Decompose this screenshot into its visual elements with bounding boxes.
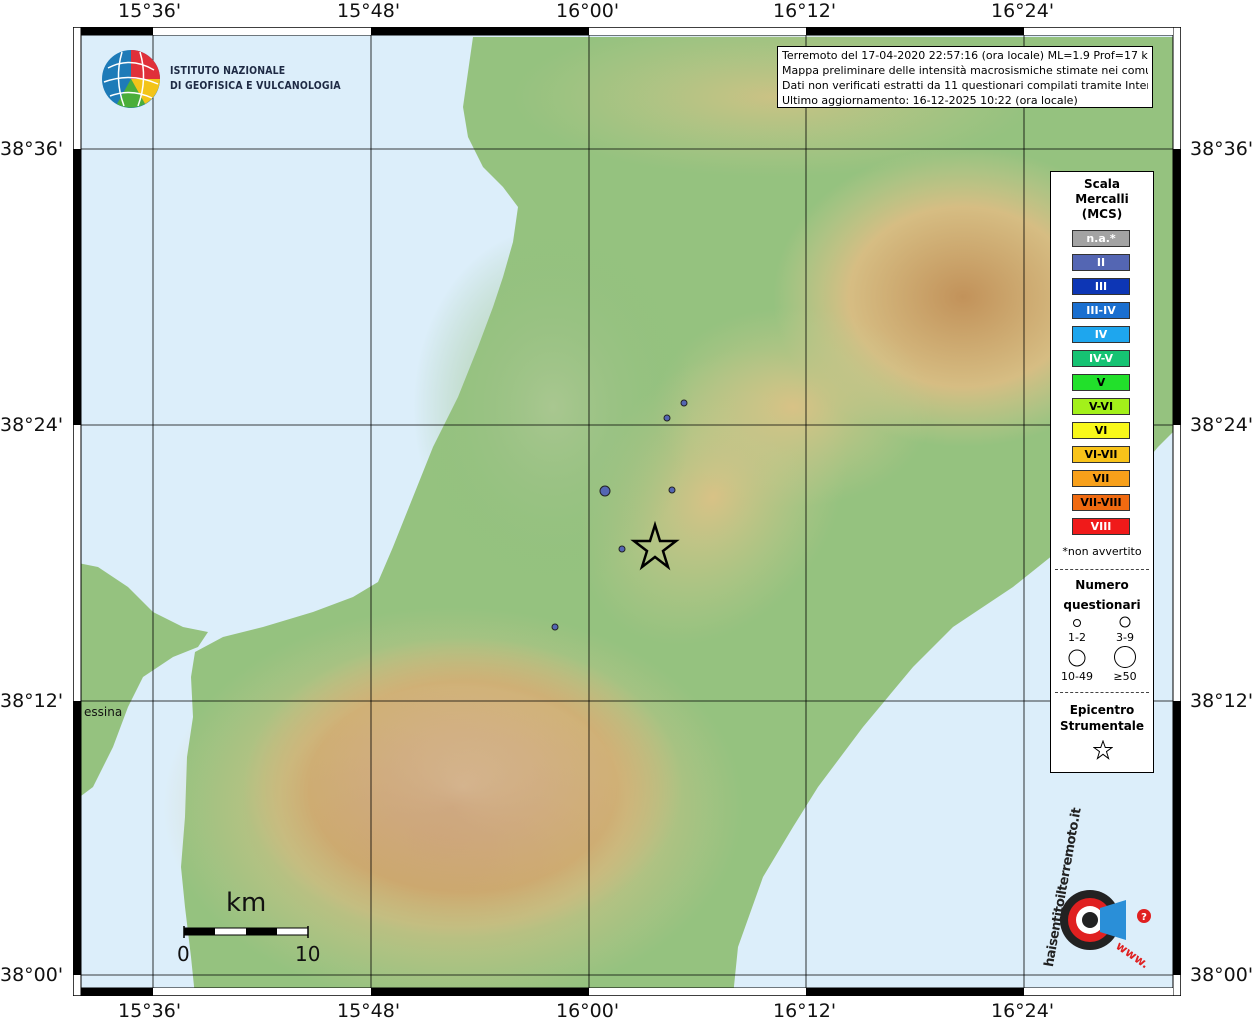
scale-bar-unit: km	[226, 888, 267, 918]
legend-title-1: Scala	[1083, 177, 1121, 191]
legend-swatch-13: VIII	[1072, 518, 1130, 535]
legend-swatch-11: VII	[1072, 470, 1130, 487]
svg-text:?: ?	[1141, 912, 1147, 923]
legend-swatch-10: VI-VII	[1072, 446, 1130, 463]
legend-separator-2	[1055, 692, 1149, 693]
legend-separator	[1055, 569, 1149, 570]
legend-count-3: 10-49	[1061, 670, 1093, 683]
intensity-map[interactable]	[73, 27, 1181, 996]
legend-epicenter-title-1: Epicentro	[1069, 703, 1135, 717]
legend-count-1: 1-2	[1068, 631, 1086, 644]
lon-tick-top-4: 16°12'	[773, 0, 837, 22]
lon-tick-top-5: 16°24'	[991, 0, 1055, 22]
lat-tick-right-3: 38°12'	[1190, 690, 1254, 712]
lon-tick-bottom-4: 16°12'	[773, 1000, 837, 1022]
legend-not-felt-note: *non avvertito	[1062, 545, 1142, 558]
info-line-1: Terremoto del 17-04-2020 22:57:16 (ora l…	[782, 49, 1148, 62]
observation-point[interactable]	[668, 486, 676, 494]
legend-swatch-8: V-VI	[1072, 398, 1130, 415]
count-circle-xlarge-icon	[1114, 646, 1136, 668]
observation-point[interactable]	[599, 485, 611, 497]
count-circle-medium-icon	[1119, 616, 1131, 628]
legend-epicenter-title-2: Strumentale	[1059, 719, 1145, 733]
legend-star-icon	[1093, 740, 1113, 760]
info-line-3: Dati non verificati estratti da 11 quest…	[782, 79, 1148, 92]
count-circle-large-icon	[1068, 649, 1086, 667]
lat-tick-left-1: 38°36'	[0, 138, 64, 160]
info-line-4: Ultimo aggiornamento: 16-12-2025 10:22 (…	[782, 94, 1078, 107]
lon-tick-top-2: 15°48'	[337, 0, 401, 22]
observation-point[interactable]	[663, 414, 671, 422]
legend-title-3: (MCS)	[1081, 207, 1123, 221]
scale-bar-start: 0	[177, 942, 190, 966]
lat-tick-right-4: 38°00'	[1190, 964, 1254, 986]
lon-tick-bottom-5: 16°24'	[991, 1000, 1055, 1022]
scale-bar-end: 10	[295, 942, 321, 966]
lat-tick-left-4: 38°00'	[0, 964, 64, 986]
lon-tick-bottom-3: 16°00'	[556, 1000, 620, 1022]
legend-swatch-12: VII-VIII	[1072, 494, 1130, 511]
legend: Scala Mercalli (MCS) n.a.* II III III-IV IV I…	[1050, 171, 1154, 773]
observation-point[interactable]	[551, 623, 559, 631]
legend-swatch-9: VI	[1072, 422, 1130, 439]
globe-icon	[102, 50, 160, 108]
legend-swatch-7: V	[1072, 374, 1130, 391]
relief-ridge-2	[653, 307, 933, 507]
legend-swatch-6: IV-V	[1072, 350, 1130, 367]
lon-tick-top-3: 16°00'	[556, 0, 620, 22]
ingv-logo-line1: ISTITUTO NAZIONALE	[170, 64, 286, 77]
lon-tick-bottom-1: 15°36'	[118, 1000, 182, 1022]
info-line-2: Mappa preliminare delle intensità macros…	[782, 64, 1148, 77]
scale-bar: km 0 10	[177, 888, 321, 970]
lon-tick-top-1: 15°36'	[118, 0, 182, 22]
legend-swatch-2: II	[1072, 254, 1130, 271]
legend-swatch-4: III-IV	[1072, 302, 1130, 319]
legend-swatch-1: n.a.*	[1072, 230, 1130, 247]
ingv-logo: ISTITUTO NAZIONALE DI GEOFISICA E VULCAN…	[100, 48, 341, 110]
legend-count-4: ≥50	[1113, 670, 1137, 683]
lat-tick-right-1: 38°36'	[1190, 138, 1254, 160]
legend-title-2: Mercalli	[1075, 192, 1129, 206]
legend-swatch-3: III	[1072, 278, 1130, 295]
lat-tick-right-2: 38°24'	[1190, 414, 1254, 436]
event-info-box: Terremoto del 17-04-2020 22:57:16 (ora l…	[777, 46, 1153, 108]
place-label-messina: essina	[84, 705, 123, 719]
legend-swatch-5: IV	[1072, 326, 1130, 343]
lat-tick-left-2: 38°24'	[0, 414, 64, 436]
lat-tick-left-3: 38°12'	[0, 690, 64, 712]
observation-point[interactable]	[680, 399, 688, 407]
haisentito-logo[interactable]: ? haisentitoilterremoto.it www.	[1030, 807, 1160, 982]
legend-count-title-1: Numero	[1075, 578, 1129, 592]
relief-green-plain	[413, 227, 693, 587]
ingv-logo-line2: DI GEOFISICA E VULCANOLOGIA	[170, 79, 341, 92]
legend-count-2: 3-9	[1116, 631, 1134, 644]
observation-point[interactable]	[618, 545, 626, 553]
count-circle-small-icon	[1073, 619, 1081, 627]
lon-tick-bottom-2: 15°48'	[337, 1000, 401, 1022]
